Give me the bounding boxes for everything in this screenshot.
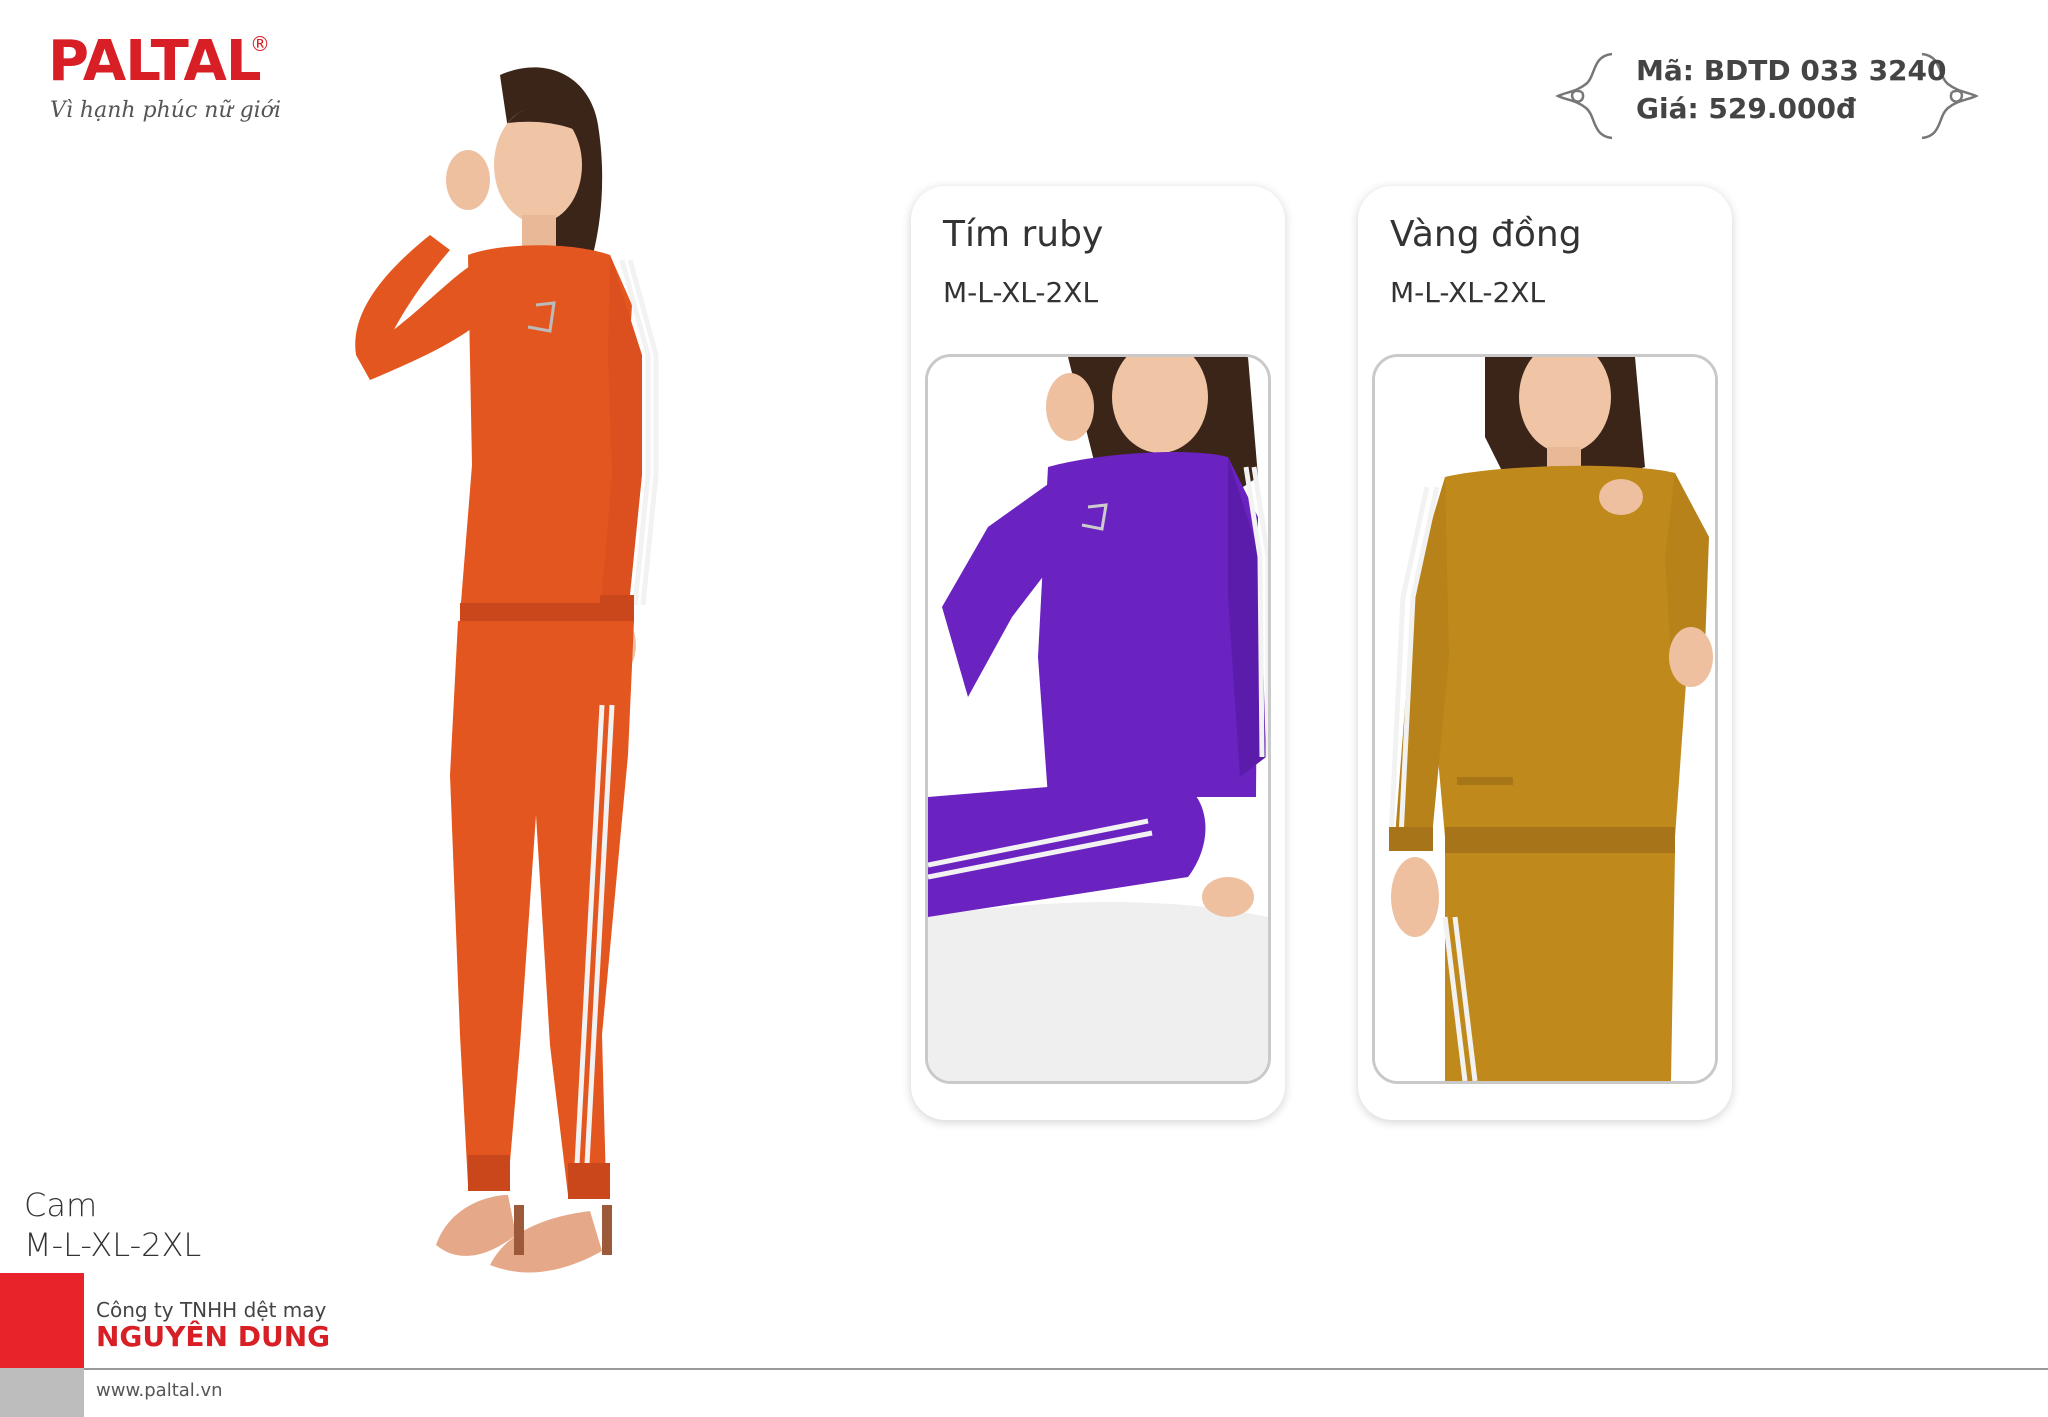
product-price: Giá: 529.000đ — [1636, 92, 1856, 125]
main-model-image — [340, 55, 720, 1280]
variant-photo — [1372, 354, 1718, 1084]
company-prefix: Công ty TNHH dệt may — [96, 1298, 327, 1322]
main-variant-sizes: M-L-XL-2XL — [24, 1226, 202, 1264]
variant-photo — [925, 354, 1271, 1084]
brand-logo: PALTAL ® Vì hạnh phúc nữ giới — [48, 30, 288, 130]
footer-divider — [84, 1368, 2048, 1370]
product-info-plaque: Mã: BDTD 033 3240 Giá: 529.000đ — [1552, 48, 1982, 144]
website-link[interactable]: www.paltal.vn — [96, 1380, 223, 1401]
main-variant-color: Cam — [24, 1186, 98, 1224]
variant-card-tim-ruby[interactable]: Tím ruby M-L-XL-2XL — [911, 186, 1285, 1120]
variant-color-name: Vàng đồng — [1390, 214, 1582, 255]
variant-sizes: M-L-XL-2XL — [1390, 276, 1546, 309]
variant-sizes: M-L-XL-2XL — [943, 276, 1099, 309]
footer-grey-block — [0, 1368, 84, 1417]
variant-color-name: Tím ruby — [943, 214, 1104, 255]
company-name: NGUYÊN DUNG — [96, 1320, 331, 1353]
main-variant-caption: Cam M-L-XL-2XL — [24, 1185, 201, 1265]
brand-tagline: Vì hạnh phúc nữ giới — [50, 98, 281, 123]
variant-card-vang-dong[interactable]: Vàng đồng M-L-XL-2XL — [1358, 186, 1732, 1120]
product-code: Mã: BDTD 033 3240 — [1636, 54, 1947, 87]
registered-mark: ® — [250, 32, 270, 56]
brand-name: PALTAL — [48, 29, 262, 94]
